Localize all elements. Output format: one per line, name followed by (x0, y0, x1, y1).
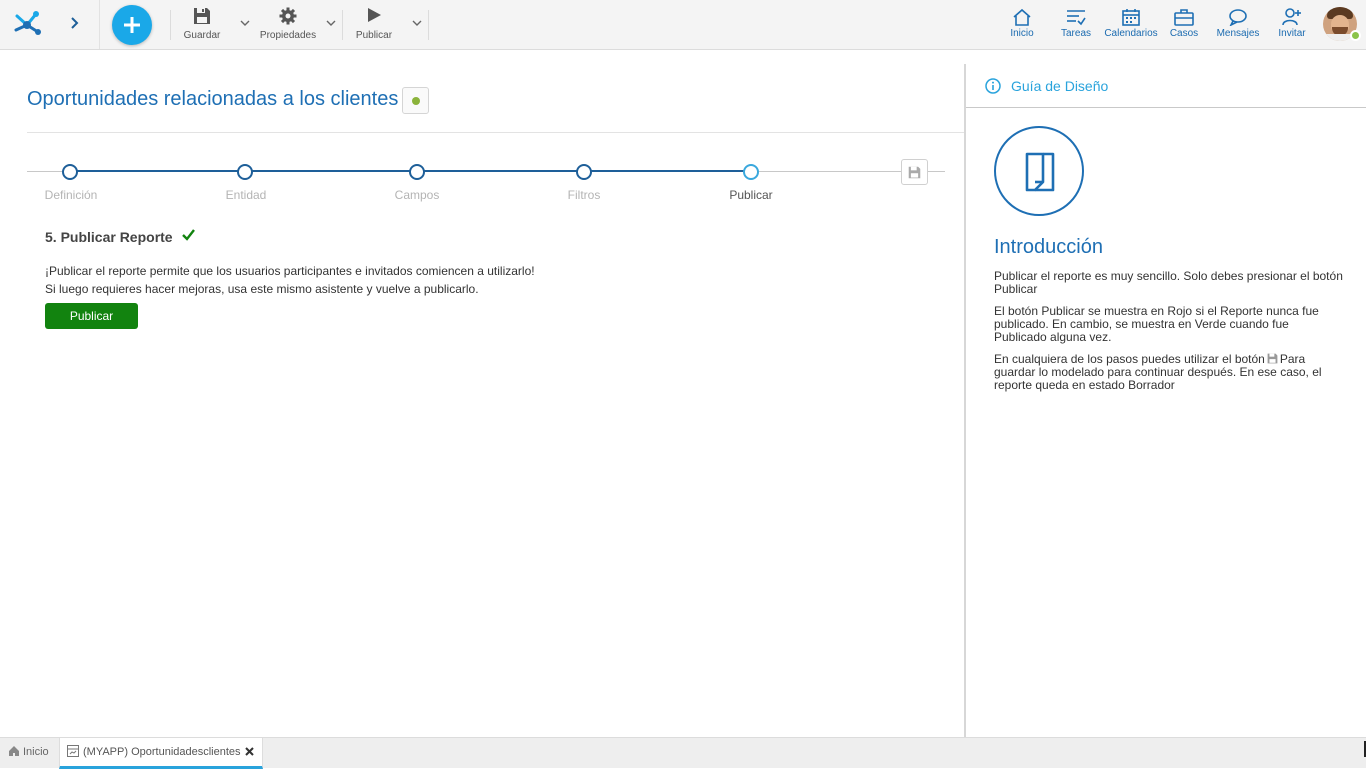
wizard-step-publicar[interactable] (743, 164, 759, 180)
home-icon (1013, 8, 1031, 26)
description-line: Si luego requieres hacer mejoras, usa es… (45, 282, 479, 296)
guide-header: Guía de Diseño (966, 64, 1366, 108)
page-title: Oportunidades relacionadas a los cliente… (27, 88, 399, 110)
nav-calendars-label: Calendarios (1104, 28, 1158, 39)
nav-tasks[interactable]: Tareas (1056, 0, 1096, 49)
wizard-step-campos[interactable] (409, 164, 425, 180)
publish-button[interactable]: Publicar (45, 303, 138, 329)
nav-invite-label: Invitar (1278, 28, 1306, 39)
play-icon (368, 8, 381, 22)
calendar-icon (1122, 9, 1140, 26)
online-status-dot (1350, 30, 1361, 41)
bottom-tab-bar: Inicio (MYAPP) Oportunidadesclientes (0, 737, 1366, 769)
nav-tasks-label: Tareas (1060, 28, 1091, 39)
tab-report[interactable]: (MYAPP) Oportunidadesclientes (59, 738, 263, 769)
plus-icon (124, 17, 140, 33)
save-button[interactable]: Guardar (176, 0, 228, 49)
add-button[interactable] (112, 5, 152, 45)
nav-calendars[interactable]: Calendarios (1102, 0, 1160, 49)
add-user-icon (1282, 8, 1301, 26)
nav-cases-label: Casos (1169, 28, 1199, 39)
properties-label: Propiedades (259, 30, 317, 41)
document-icon (1025, 152, 1055, 192)
chevron-down-icon[interactable] (411, 17, 423, 29)
status-dot-icon (412, 97, 420, 105)
gear-icon (279, 7, 297, 25)
close-icon[interactable] (245, 747, 254, 756)
home-icon (9, 746, 19, 756)
top-toolbar: Guardar Propiedades Publicar Inicio Tare… (0, 0, 1366, 50)
wizard-step-definicion[interactable] (62, 164, 78, 180)
document-icon-badge (994, 126, 1084, 216)
toolbar-divider (342, 10, 343, 40)
wizard-step-label[interactable]: Publicar (729, 188, 772, 202)
properties-button[interactable]: Propiedades (256, 0, 320, 49)
intro-title: Introducción (994, 236, 1103, 258)
nav-home[interactable]: Inicio (1002, 0, 1042, 49)
nav-cases[interactable]: Casos (1166, 0, 1202, 49)
chevron-down-icon[interactable] (239, 17, 251, 29)
nav-invite[interactable]: Invitar (1274, 0, 1310, 49)
nav-home-label: Inicio (1010, 28, 1034, 39)
nav-messages-label: Mensajes (1216, 28, 1260, 39)
description: ¡Publicar el reporte permite que los usu… (45, 262, 535, 298)
guide-text: En cualquiera de los pasos puedes utiliz… (994, 352, 1265, 366)
wizard-step-label[interactable]: Filtros (568, 188, 601, 202)
wizard-step-label[interactable]: Campos (395, 188, 440, 202)
tab-home[interactable]: Inicio (0, 738, 58, 769)
toolbar-divider (170, 10, 171, 40)
wizard-step-entidad[interactable] (237, 164, 253, 180)
divider (27, 132, 964, 133)
guide-title: Guía de Diseño (1011, 78, 1109, 94)
wizard-step-filtros[interactable] (576, 164, 592, 180)
check-icon (182, 229, 195, 241)
guide-paragraph: Publicar el reporte es muy sencillo. Sol… (994, 269, 1343, 296)
description-line: ¡Publicar el reporte permite que los usu… (45, 264, 535, 278)
info-icon (985, 78, 1001, 94)
report-icon (67, 745, 79, 757)
publish-label: Publicar (355, 30, 393, 41)
tab-home-label: Inicio (23, 746, 49, 758)
wizard-step-label[interactable]: Definición (45, 188, 98, 202)
floppy-disk-icon (194, 8, 210, 24)
save-label: Guardar (183, 30, 221, 41)
guide-paragraph: En cualquiera de los pasos puedes utiliz… (994, 353, 1344, 392)
design-guide-panel: Guía de Diseño Introducción Publicar el … (966, 50, 1366, 737)
app-logo-icon[interactable] (12, 10, 42, 38)
section-title: 5. Publicar Reporte (45, 229, 173, 245)
status-button[interactable] (402, 87, 429, 114)
logo-area (0, 0, 100, 49)
guide-paragraph: El botón Publicar se muestra en Rojo si … (994, 304, 1319, 344)
tasks-icon (1067, 10, 1086, 26)
main-content: Oportunidades relacionadas a los cliente… (0, 50, 964, 737)
toolbar-divider (428, 10, 429, 40)
tab-report-label: (MYAPP) Oportunidadesclientes (83, 746, 241, 758)
chevron-right-icon[interactable] (66, 14, 84, 32)
chevron-down-icon[interactable] (325, 17, 337, 29)
wizard-step-label[interactable]: Entidad (226, 188, 267, 202)
briefcase-icon (1174, 9, 1194, 26)
floppy-disk-icon (908, 166, 921, 179)
floppy-disk-icon (1267, 353, 1278, 364)
wizard-save-button[interactable] (901, 159, 928, 185)
nav-messages[interactable]: Mensajes (1214, 0, 1262, 49)
publish-toolbar-button[interactable]: Publicar (350, 0, 398, 49)
chat-bubble-icon (1229, 9, 1247, 26)
